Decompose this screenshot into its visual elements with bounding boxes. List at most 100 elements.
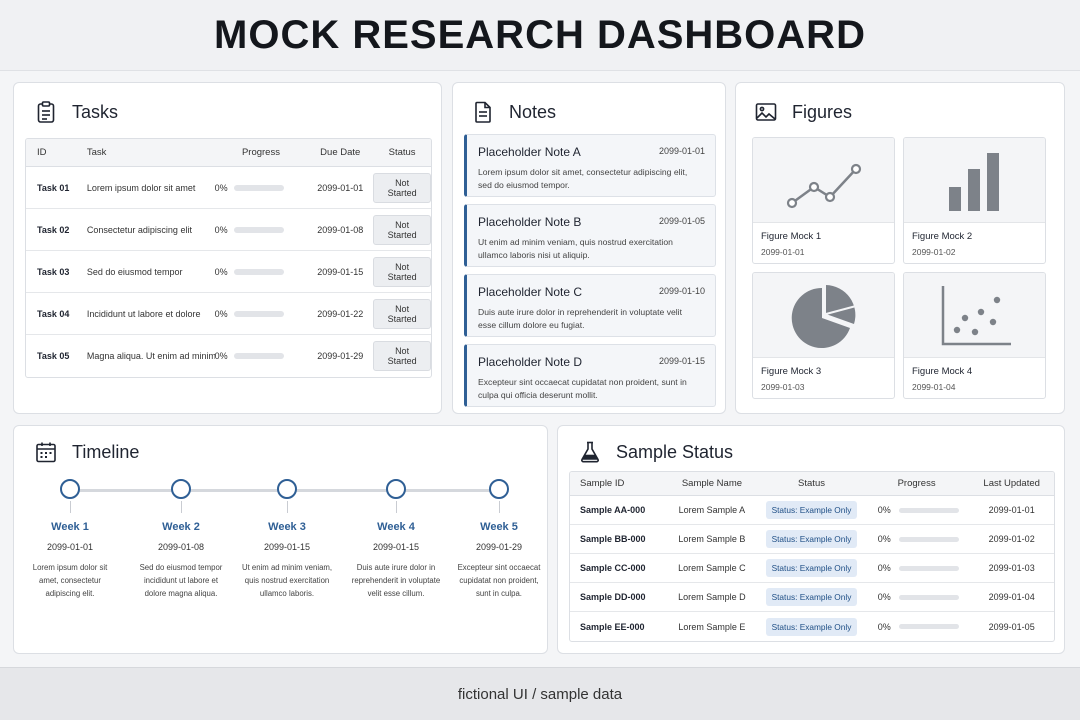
- figures-panel: Figures Figure Mock 1 2099-01-01 Figure …: [735, 82, 1065, 414]
- column-header-id[interactable]: ID: [26, 147, 77, 158]
- bar-chart-icon: [948, 153, 999, 211]
- figure-date: 2099-01-01: [761, 247, 805, 257]
- sample-last-updated: 2099-01-03: [988, 563, 1035, 573]
- figure-card-1[interactable]: Figure Mock 1 2099-01-01: [752, 137, 895, 264]
- progress-bar: [233, 184, 284, 191]
- task-progress: 0%: [215, 183, 308, 193]
- note-date: 2099-01-10: [658, 286, 705, 296]
- timeline-text: Duis aute irure dolor in reprehenderit i…: [351, 563, 441, 598]
- progress-bar: [233, 226, 284, 233]
- note-title: Placeholder Note C: [478, 285, 583, 299]
- note-card[interactable]: Placeholder Note A 2099-01-01 Lorem ipsum …: [464, 134, 716, 197]
- column-header-status[interactable]: Status: [373, 147, 431, 158]
- tasks-panel: Tasks ID Task Progress Due Date Status T…: [13, 82, 442, 414]
- timeline-item: Week 5 2099-01-29 Excepteur sint occaecat …: [449, 479, 549, 600]
- note-card[interactable]: Placeholder Note D 2099-01-15 Excepteur si…: [464, 344, 716, 407]
- progress-text: 0%: [877, 563, 891, 573]
- note-date: 2099-01-01: [658, 146, 705, 156]
- sample-id: Sample BB-000: [580, 534, 646, 544]
- progress-text: 0%: [877, 621, 891, 632]
- line-chart-icon: [786, 163, 861, 209]
- timeline-node[interactable]: [171, 479, 191, 499]
- task-name: Lorem ipsum dolor sit amet: [86, 182, 196, 193]
- timeline-date: 2099-01-15: [263, 542, 311, 552]
- sample-name: Lorem Sample E: [678, 621, 746, 632]
- timeline-date: 2099-01-08: [157, 542, 205, 552]
- column-header-progress[interactable]: Progress: [215, 147, 308, 158]
- timeline-item: Week 1 2099-01-01 Lorem ipsum dolor sit am…: [20, 479, 120, 600]
- timeline-text: Lorem ipsum dolor sit amet, consectetur …: [32, 563, 108, 598]
- table-row[interactable]: Task 03 Sed do eiusmod tempor 0% 2099-01-15…: [26, 251, 431, 293]
- sample-name: Lorem Sample B: [678, 534, 746, 544]
- note-card[interactable]: Placeholder Note C 2099-01-10 Duis aute ir…: [464, 274, 716, 337]
- status-badge: Status: Example Only: [765, 501, 858, 519]
- timeline-date: 2099-01-29: [475, 542, 523, 552]
- column-header-status[interactable]: Status: [759, 478, 864, 489]
- timeline-node[interactable]: [489, 479, 509, 499]
- sample-status-panel: Sample Status Sample ID Sample Name Stat…: [557, 425, 1065, 654]
- table-row[interactable]: Sample BB-000 Lorem Sample B Status: Examp…: [570, 525, 1054, 554]
- sample-status-panel-title: Sample Status: [578, 437, 733, 467]
- tasks-table-header: ID Task Progress Due Date Status: [26, 139, 431, 167]
- notes-panel: Notes Placeholder Note A 2099-01-01 Lorem …: [452, 82, 726, 414]
- table-row[interactable]: Sample AA-000 Lorem Sample A Status: Examp…: [570, 496, 1054, 525]
- image-icon: [755, 103, 777, 121]
- sample-name: Lorem Sample A: [678, 505, 746, 515]
- timeline-item: Week 3 2099-01-15 Ut enim ad minim veniam,…: [237, 479, 337, 600]
- progress-text: 0%: [877, 534, 891, 544]
- status-badge: Status: Example Only: [765, 530, 858, 548]
- timeline-week: Week 1: [51, 521, 89, 533]
- sample-progress: 0%: [864, 505, 970, 515]
- table-row[interactable]: Task 04 Incididunt ut labore et dolore 0% 2…: [26, 293, 431, 335]
- task-due-date: 2099-01-29: [317, 351, 364, 361]
- column-header-progress[interactable]: Progress: [864, 478, 970, 489]
- column-header-last-updated[interactable]: Last Updated: [969, 478, 1054, 489]
- sample-progress: 0%: [864, 622, 970, 632]
- figure-card-3[interactable]: Figure Mock 3 2099-01-03: [752, 272, 895, 399]
- sample-id: Sample AA-000: [580, 505, 646, 515]
- task-progress: 0%: [215, 267, 308, 277]
- column-header-task[interactable]: Task: [77, 147, 215, 158]
- figure-card-4[interactable]: Figure Mock 4 2099-01-04: [903, 272, 1046, 399]
- sample-last-updated: 2099-01-02: [988, 534, 1035, 544]
- progress-bar: [233, 268, 284, 275]
- sample-progress: 0%: [864, 563, 970, 573]
- column-header-sample-name[interactable]: Sample Name: [665, 478, 760, 489]
- column-header-sample-id[interactable]: Sample ID: [570, 478, 665, 489]
- dashboard-header: MOCK RESEARCH DASHBOARD: [0, 0, 1080, 71]
- note-body: Lorem ipsum dolor sit amet, consectetur …: [478, 167, 688, 190]
- page-title: MOCK RESEARCH DASHBOARD: [214, 12, 866, 57]
- timeline-node[interactable]: [386, 479, 406, 499]
- calendar-icon: [36, 442, 56, 463]
- task-due-date: 2099-01-22: [317, 308, 364, 319]
- table-row[interactable]: Sample DD-000 Lorem Sample D Status: Examp…: [570, 583, 1054, 612]
- table-row[interactable]: Sample CC-000 Lorem Sample C Status: Examp…: [570, 554, 1054, 583]
- status-badge: Not Started: [373, 298, 431, 329]
- sample-last-updated: 2099-01-04: [988, 592, 1035, 602]
- status-badge: Status: Example Only: [765, 617, 858, 636]
- task-progress: 0%: [215, 225, 308, 235]
- progress-text: 0%: [214, 308, 228, 319]
- progress-text: 0%: [877, 505, 891, 515]
- note-card[interactable]: Placeholder Note B 2099-01-05 Ut enim ad m…: [464, 204, 716, 267]
- table-row[interactable]: Task 05 Magna aliqua. Ut enim ad minim 0% 2…: [26, 335, 431, 377]
- table-row[interactable]: Task 02 Consectetur adipiscing elit 0% 2099…: [26, 209, 431, 251]
- table-row[interactable]: Task 01 Lorem ipsum dolor sit amet 0% 2099-…: [26, 167, 431, 209]
- note-body: Duis aute irure dolor in reprehenderit i…: [478, 307, 682, 330]
- table-row[interactable]: Sample EE-000 Lorem Sample E Status: Examp…: [570, 612, 1054, 641]
- task-id: Task 02: [37, 224, 70, 235]
- scatter-plot-icon: [941, 286, 1011, 346]
- timeline-item: Week 4 2099-01-15 Duis aute irure dolor in…: [346, 479, 446, 600]
- note-body: Excepteur sint occaecat cupidatat non pr…: [478, 377, 687, 400]
- column-header-due-date[interactable]: Due Date: [307, 147, 373, 158]
- note-title: Placeholder Note A: [478, 145, 581, 159]
- footer: fictional UI / sample data: [0, 667, 1080, 720]
- timeline-node[interactable]: [277, 479, 297, 499]
- progress-bar: [898, 594, 959, 600]
- sample-last-updated: 2099-01-05: [988, 621, 1035, 632]
- timeline-text: Sed do eiusmod tempor incididunt ut labo…: [139, 563, 223, 598]
- sample-id: Sample DD-000: [580, 592, 646, 602]
- figure-card-2[interactable]: Figure Mock 2 2099-01-02: [903, 137, 1046, 264]
- figure-date: 2099-01-02: [912, 247, 956, 257]
- timeline-node[interactable]: [60, 479, 80, 499]
